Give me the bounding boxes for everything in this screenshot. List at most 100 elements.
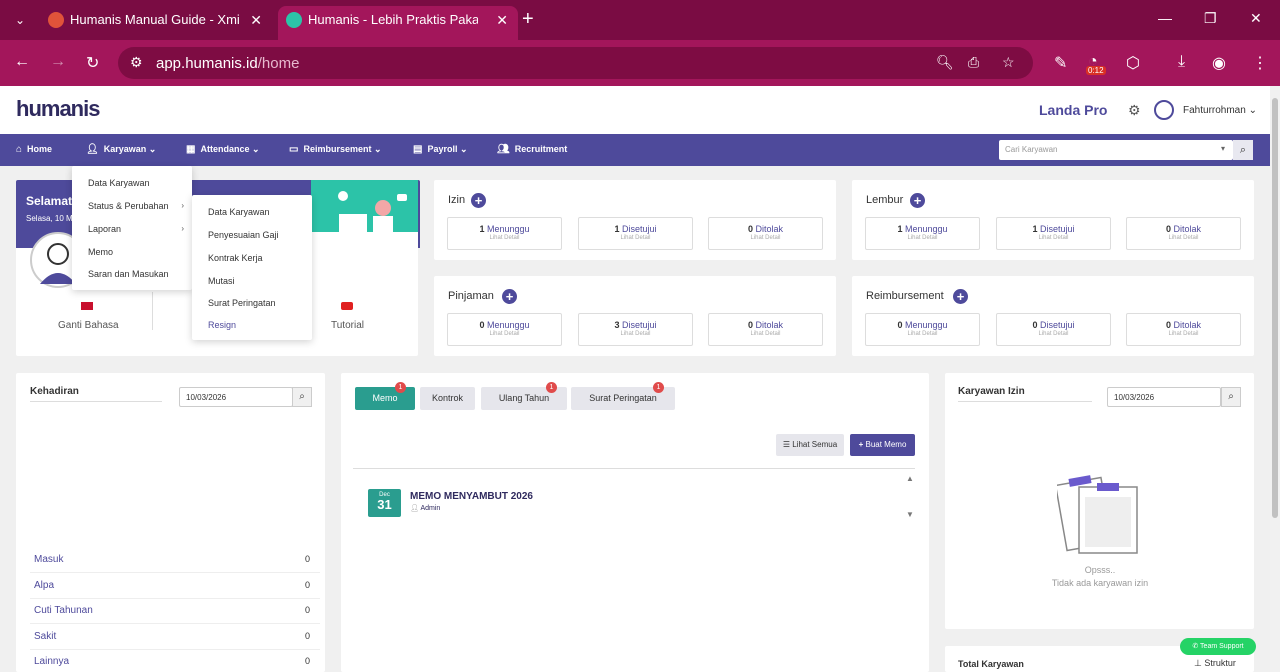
humanis-favicon-icon	[286, 12, 302, 28]
lihat-semua-button[interactable]: ☰ Lihat Semua	[776, 434, 844, 456]
pinjaman-ditolak[interactable]: 0 Ditolak Lihat Detail	[708, 313, 823, 346]
browser-tab-humanis[interactable]: Humanis - Lebih Praktis Pakai Humanis ✕	[278, 6, 518, 40]
menu-saran-masukan[interactable]: Saran dan Masukan	[88, 269, 169, 279]
extension-feather-icon[interactable]: ✎	[1054, 53, 1067, 73]
close-tab-icon[interactable]: ✕	[496, 6, 508, 34]
buat-memo-button[interactable]: + Buat Memo	[850, 434, 915, 456]
kehadiran-title: Kehadiran	[30, 386, 79, 397]
tab-kontrak[interactable]: Kontrok	[420, 387, 475, 410]
money-icon: ▭	[289, 144, 299, 155]
pinjaman-menunggu[interactable]: 0 Menunggu Lihat Detail	[447, 313, 562, 346]
reimbursement-disetujui[interactable]: 0 Disetujui Lihat Detail	[996, 313, 1111, 346]
memo-badge: 1	[395, 382, 406, 393]
tab-ulang-tahun[interactable]: Ulang Tahun 1	[481, 382, 567, 410]
welcome-illustration	[311, 180, 418, 248]
profile-icon[interactable]: ◉	[1212, 53, 1226, 73]
scrollbar-thumb[interactable]	[1272, 98, 1278, 518]
hierarchy-icon: ⊥	[1194, 658, 1205, 668]
forward-icon[interactable]: →	[50, 53, 66, 71]
izin-disetujui[interactable]: 1 Disetujui Lihat Detail	[578, 217, 693, 250]
submenu-kontrak-kerja[interactable]: Kontrak Kerja	[208, 253, 263, 263]
address-bar[interactable]: ⚙ app.humanis.id/home 🔍︎ ⎙ ☆	[118, 47, 1033, 79]
add-lembur-button[interactable]: +	[910, 193, 925, 208]
extensions-puzzle-icon[interactable]: ⬡	[1126, 53, 1140, 73]
nav-recruitment[interactable]: 👥︎ Recruitment	[497, 144, 567, 155]
scroll-down-icon[interactable]: ▼	[906, 510, 914, 519]
bookmark-star-icon[interactable]: ☆	[1002, 54, 1015, 71]
kehadiran-date-input[interactable]: 10/03/2026	[179, 387, 293, 407]
attendance-row-alpa: Alpa 0	[34, 580, 310, 591]
restore-icon[interactable]: ❐	[1204, 10, 1217, 27]
more-menu-icon[interactable]: ⋮	[1252, 53, 1268, 73]
humanis-logo[interactable]: humanis	[16, 96, 100, 122]
submenu-mutasi[interactable]: Mutasi	[208, 276, 235, 286]
izin-search-button[interactable]: ⌕	[1221, 387, 1241, 407]
employee-search-input[interactable]: Cari Karyawan ▾	[999, 140, 1233, 160]
download-icon[interactable]: ⤓	[1178, 53, 1185, 71]
submenu-data-karyawan[interactable]: Data Karyawan	[208, 207, 270, 217]
gear-icon[interactable]: ⚙	[1128, 102, 1141, 119]
tab-memo[interactable]: Memo 1	[355, 382, 415, 410]
empty-title: Opsss..	[1084, 565, 1116, 575]
submenu-surat-peringatan[interactable]: Surat Peringatan	[208, 298, 276, 308]
izin-ditolak[interactable]: 0 Ditolak Lihat Detail	[708, 217, 823, 250]
add-reimbursement-button[interactable]: +	[953, 289, 968, 304]
install-app-icon[interactable]: ⎙	[968, 54, 979, 71]
reimbursement-menunggu[interactable]: 0 Menunggu Lihat Detail	[865, 313, 980, 346]
welcome-date: Selasa, 10 M	[26, 214, 73, 223]
minimize-icon[interactable]: —	[1158, 10, 1172, 26]
nav-home[interactable]: ⌂ Home	[16, 144, 52, 155]
reimbursement-card: Reimbursement + 0 Menunggu Lihat Detail 0…	[852, 276, 1254, 356]
search-button[interactable]: ⌕	[1233, 140, 1253, 160]
app-header: humanis Landa Pro ⚙ Fahturrohman ⌄	[0, 86, 1270, 134]
page-scrollbar[interactable]	[1270, 86, 1280, 672]
lembur-title: Lembur	[866, 194, 904, 206]
menu-memo[interactable]: Memo	[88, 247, 113, 257]
izin-menunggu[interactable]: 1 Menunggu Lihat Detail	[447, 217, 562, 250]
tab-surat-peringatan[interactable]: Surat Peringatan 1	[571, 382, 675, 410]
scroll-up-icon[interactable]: ▲	[906, 474, 914, 483]
team-support-button[interactable]: ✆ Team Support	[1180, 638, 1256, 655]
flag-icon	[81, 302, 93, 310]
divider	[30, 572, 320, 573]
memo-title[interactable]: MEMO MENYAMBUT 2026	[410, 491, 533, 502]
menu-laporan[interactable]: Laporan	[88, 224, 121, 234]
menu-status-perubahan[interactable]: Status & Perubahan	[88, 201, 184, 211]
nav-karyawan[interactable]: 👤︎ Karyawan ⌄	[86, 144, 156, 155]
divider	[30, 649, 320, 650]
user-avatar[interactable]	[1154, 100, 1174, 120]
nav-payroll[interactable]: ▤ Payroll ⌄	[413, 144, 468, 155]
site-info-icon[interactable]: ⚙	[130, 54, 143, 71]
nav-attendance[interactable]: ▦ Attendance ⌄	[186, 144, 260, 155]
menu-data-karyawan[interactable]: Data Karyawan	[88, 178, 150, 188]
add-izin-button[interactable]: +	[471, 193, 486, 208]
back-icon[interactable]: ←	[14, 53, 30, 71]
nav-reimbursement[interactable]: ▭ Reimbursement ⌄	[289, 144, 382, 155]
main-navbar: ⌂ Home 👤︎ Karyawan ⌄ ▦ Attendance ⌄ ▭ Reimbu…	[0, 134, 1270, 166]
lembur-ditolak[interactable]: 0 Ditolak Lihat Detail	[1126, 217, 1241, 250]
struktur-link[interactable]: ⊥ Struktur	[1194, 658, 1236, 669]
add-pinjaman-button[interactable]: +	[502, 289, 517, 304]
close-window-icon[interactable]: ✕	[1250, 10, 1262, 27]
submenu-resign[interactable]: Resign	[208, 320, 236, 330]
reimbursement-ditolak[interactable]: 0 Ditolak Lihat Detail	[1126, 313, 1241, 346]
reload-icon[interactable]: ↻	[86, 53, 99, 73]
ganti-bahasa-link[interactable]: Ganti Bahasa	[58, 320, 119, 331]
close-tab-icon[interactable]: ✕	[250, 6, 262, 34]
tutorial-link[interactable]: Tutorial	[331, 320, 364, 331]
whatsapp-icon: ✆	[1192, 643, 1201, 650]
tab-search-button[interactable]: ⌄	[10, 10, 30, 30]
karyawan-izin-title: Karyawan Izin	[958, 386, 1025, 397]
divider	[958, 401, 1092, 402]
kehadiran-search-button[interactable]: ⌕	[292, 387, 312, 407]
lembur-menunggu[interactable]: 1 Menunggu Lihat Detail	[865, 217, 980, 250]
submenu-penyesuaian-gaji[interactable]: Penyesuaian Gaji	[208, 230, 279, 240]
user-menu[interactable]: Fahturrohman ⌄	[1183, 105, 1257, 116]
pinjaman-disetujui[interactable]: 3 Disetujui Lihat Detail	[578, 313, 693, 346]
izin-date-input[interactable]: 10/03/2026	[1107, 387, 1221, 407]
zoom-icon[interactable]: 🔍︎	[936, 54, 954, 71]
lembur-disetujui[interactable]: 1 Disetujui Lihat Detail	[996, 217, 1111, 250]
empty-message: Tidak ada karyawan izin	[1051, 578, 1149, 588]
new-tab-button[interactable]: +	[522, 9, 534, 29]
browser-tab-manual-guide[interactable]: Humanis Manual Guide - Xmind ✕	[40, 6, 272, 40]
